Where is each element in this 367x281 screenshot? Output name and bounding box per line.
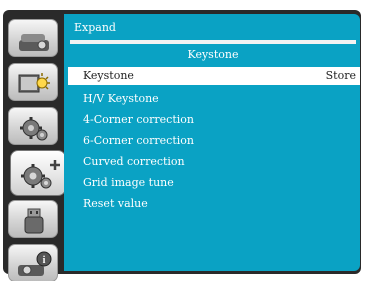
- sidebar-tab-info[interactable]: i: [8, 244, 58, 281]
- display-brightness-icon: [18, 73, 50, 93]
- sidebar-tab-expand[interactable]: [10, 150, 66, 196]
- settings-gears-icon: [20, 117, 48, 141]
- menu-item-6-corner[interactable]: 6-Corner correction: [83, 133, 194, 149]
- expand-settings-icon: [21, 160, 60, 189]
- sidebar-tab-projector[interactable]: [8, 19, 58, 57]
- menu-item-grid-image-tune[interactable]: Grid image tune: [83, 175, 174, 191]
- menu-item-hv-keystone[interactable]: H/V Keystone: [83, 91, 159, 107]
- menu-item-label: Keystone: [83, 69, 134, 82]
- menu-item-reset-value[interactable]: Reset value: [83, 196, 148, 212]
- menu-item-curved[interactable]: Curved correction: [83, 154, 185, 170]
- menu-item-keystone-selected[interactable]: Keystone Store: [68, 67, 360, 85]
- sidebar-tab-usb[interactable]: [8, 200, 58, 238]
- sidebar-tab-settings[interactable]: [8, 107, 58, 145]
- sidebar: i: [6, 13, 66, 281]
- menu-subheader: Keystone: [187, 48, 239, 61]
- menu-item-4-corner[interactable]: 4-Corner correction: [83, 112, 194, 128]
- header-divider: [70, 40, 356, 44]
- osd-screen: i Expand Keystone Keystone Store H/V Key…: [0, 0, 367, 281]
- menu-item-value: Store: [325, 69, 356, 82]
- svg-text:i: i: [43, 255, 46, 266]
- sidebar-tab-display[interactable]: [8, 63, 58, 101]
- projector-icon: [19, 34, 49, 51]
- menu-header: Expand: [74, 21, 116, 34]
- info-projector-icon: i: [18, 251, 52, 276]
- usb-memory-icon: [24, 208, 44, 234]
